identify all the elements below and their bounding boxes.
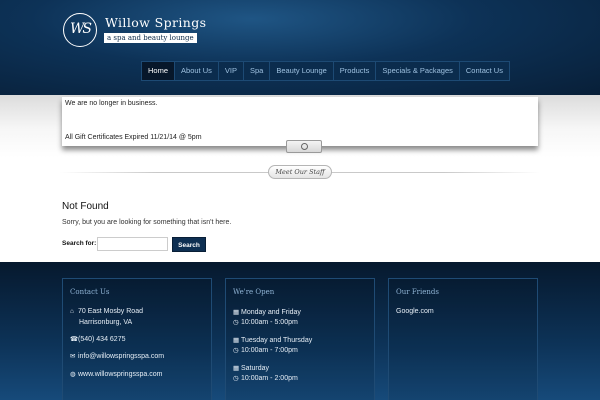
meet-our-staff-button[interactable]: Meet Our Staff [268, 165, 332, 179]
hours-time-3: ◷ 10:00am - 2:00pm [233, 375, 298, 382]
search-label: Search for: [62, 240, 97, 247]
hours-days-2: ▦ Tuesday and Thursday [233, 337, 313, 344]
footer-heading-hours: We're Open [233, 288, 275, 296]
clock-icon: ◷ [233, 319, 239, 326]
hours-time-2: ◷ 10:00am - 7:00pm [233, 347, 298, 354]
hours-days-3: ▦ Saturday [233, 365, 270, 372]
brand-name[interactable]: Willow Springs [105, 15, 206, 30]
search-button[interactable]: Search [172, 237, 206, 252]
phone-icon: ☎ [70, 336, 79, 343]
email-link[interactable]: ✉ info@willowspringsspa.com [70, 352, 164, 360]
nav-item-products[interactable]: Products [334, 62, 377, 80]
clock-icon: ◷ [233, 347, 239, 354]
calendar-icon: ▦ [233, 309, 240, 316]
logo-monogram[interactable]: WS [63, 13, 97, 47]
nav-item-contact-us[interactable]: Contact Us [460, 62, 509, 80]
brand-tagline: a spa and beauty lounge [104, 33, 197, 43]
friend-link-google[interactable]: Google.com [396, 308, 434, 315]
address-line-1: ⌂ 70 East Mosby Road [70, 308, 143, 315]
calendar-icon: ▦ [233, 337, 240, 344]
globe-icon: ◍ [70, 371, 76, 378]
main-nav: Home About Us VIP Spa Beauty Lounge Prod… [141, 61, 510, 81]
nav-item-spa[interactable]: Spa [244, 62, 271, 80]
nav-item-beauty-lounge[interactable]: Beauty Lounge [270, 62, 334, 80]
page-title: Not Found [62, 201, 109, 212]
address-line-2: Harrisonburg, VA [79, 319, 133, 326]
nav-item-home[interactable]: Home [142, 62, 176, 80]
clock-icon: ◷ [233, 375, 239, 382]
footer-heading-friends: Our Friends [396, 288, 439, 296]
website-link[interactable]: ◍ www.willowspringsspa.com [70, 370, 162, 378]
nav-item-about-us[interactable]: About Us [175, 62, 219, 80]
hours-days-1: ▦ Monday and Friday [233, 309, 301, 316]
home-icon: ⌂ [70, 308, 74, 315]
circle-icon [301, 143, 308, 150]
panel-toggle-button[interactable] [286, 140, 322, 153]
search-input[interactable] [97, 237, 168, 251]
calendar-icon: ▦ [233, 365, 240, 372]
phone-number[interactable]: ☎(540) 434 6275 [70, 335, 125, 343]
notice-panel: We are no longer in business. All Gift C… [62, 97, 538, 146]
nav-item-vip[interactable]: VIP [219, 62, 244, 80]
footer-heading-contact: Contact Us [70, 288, 110, 296]
not-found-message: Sorry, but you are looking for something… [62, 219, 232, 226]
footer-column-friends [388, 278, 538, 400]
nav-item-specials-packages[interactable]: Specials & Packages [376, 62, 460, 80]
hours-time-1: ◷ 10:00am - 5:00pm [233, 319, 298, 326]
notice-line-gift-certificates: All Gift Certificates Expired 11/21/14 @… [65, 134, 202, 141]
envelope-icon: ✉ [70, 353, 76, 360]
notice-line-closed: We are no longer in business. [65, 100, 158, 107]
